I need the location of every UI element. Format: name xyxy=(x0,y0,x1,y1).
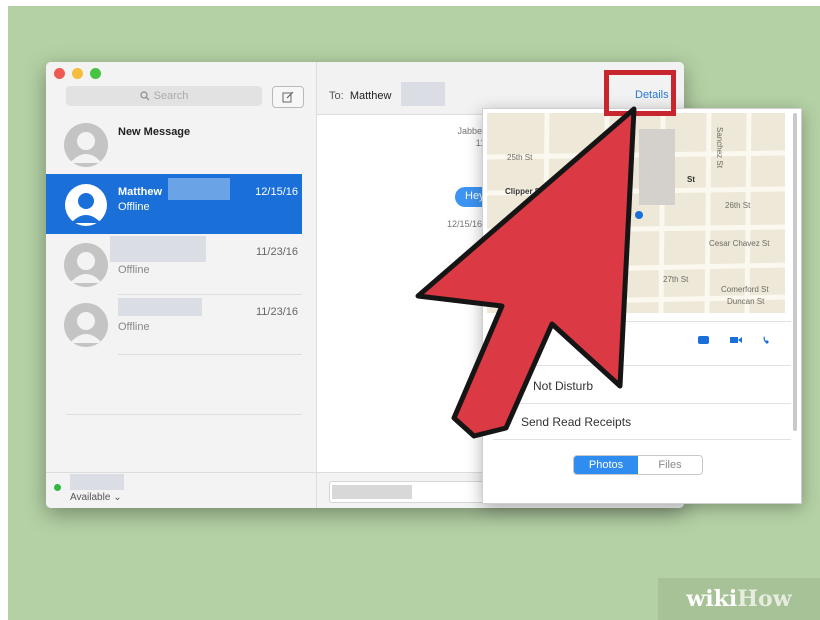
pointer-arrow-icon xyxy=(415,106,637,439)
illustration-background: Search New Message Matthew Offline 12/15… xyxy=(8,6,820,620)
logo-text-wiki: wiki xyxy=(686,586,738,612)
wikihow-logo: wiki How xyxy=(658,578,820,620)
logo-text-how: How xyxy=(737,586,792,612)
